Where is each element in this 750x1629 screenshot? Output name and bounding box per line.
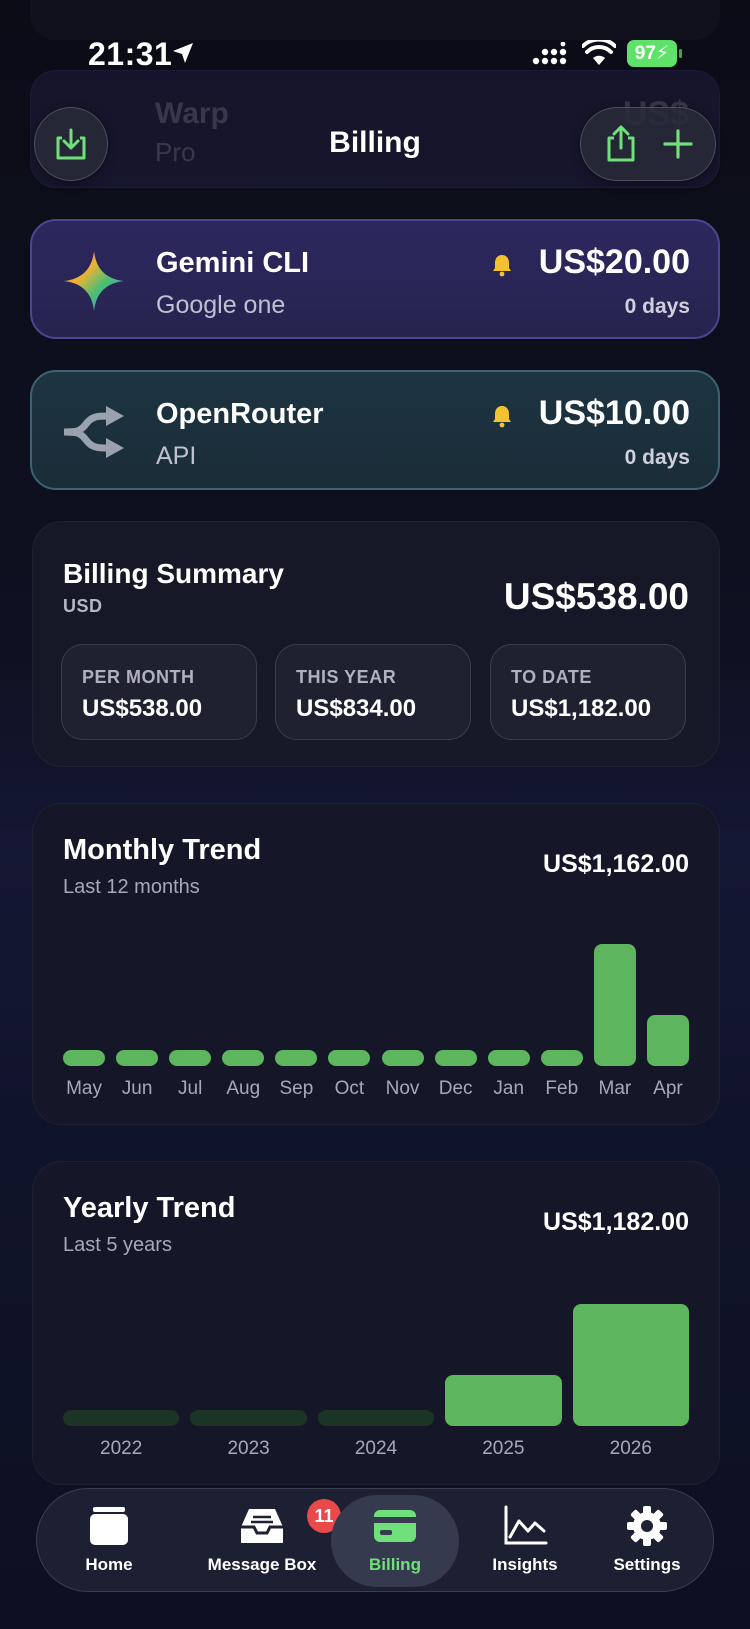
chart-bar: 348 [445,1375,562,1426]
bell-icon [493,406,511,428]
chart-bar: 0 [116,1050,159,1066]
card-icon [374,1510,416,1542]
chart-axis-label: Apr [653,1078,683,1099]
tab-billing[interactable]: Billing [331,1495,459,1587]
stat-this-year: THIS YEAR US$834.00 [275,644,471,740]
charging-bolt-icon: ⚡ [655,43,670,64]
summary-currency: USD [63,596,103,616]
stat-to-date: TO DATE US$1,182.00 [490,644,686,740]
openrouter-logo-icon [63,406,124,458]
chart-bar: 0 [190,1410,307,1426]
chart-bar: 0 [169,1050,212,1066]
yearly-trend-title: Yearly Trend [63,1192,236,1224]
chart-bar: 0 [328,1050,371,1066]
subscription-plan: API [156,442,197,470]
stat-value: US$538.00 [82,695,203,722]
yearly-trend-card: Yearly Trend Last 5 years US$1,182.00 0 2… [32,1161,720,1485]
chart-bar: 0 [63,1050,106,1066]
chart-bar: 0 [317,1410,435,1426]
chart-bar: 344 [646,1014,689,1066]
billing-summary-card: Billing Summary USD US$538.00 PER MONTH … [32,521,720,767]
chart-bar: 818 [593,944,636,1066]
home-icon [90,1507,128,1545]
tab-bar: Home Message Box 11 Billing Insights Set… [36,1488,714,1592]
chart-bar: 0 [540,1050,583,1066]
monthly-trend-title: Monthly Trend [63,834,262,866]
chart-axis-label: 2024 [354,1438,398,1459]
subscription-plan: Google one [156,291,286,319]
tab-label: Billing [369,1555,421,1574]
chart-axis-label: 2022 [100,1438,143,1459]
subscription-name: Gemini CLI [156,247,310,279]
tab-label: Insights [492,1555,558,1574]
stat-value: US$1,182.00 [511,695,652,722]
chart-bar: 0 [222,1050,265,1066]
chart-line-icon [504,1505,548,1545]
chart-axis-label: 2023 [227,1438,270,1459]
stat-value: US$834.00 [296,695,417,722]
chart-bar: 834 [572,1304,689,1426]
chart-bar: 0 [434,1050,477,1066]
subscription-days: 0 days [624,446,690,469]
cellular-signal-icon [532,42,567,65]
battery-indicator: 97 ⚡ [627,40,682,67]
chart-bar: 0 [487,1050,530,1066]
subscription-days: 0 days [624,295,690,318]
chart-bar: 0 [63,1410,180,1426]
tab-label: Message Box [207,1555,317,1574]
chart-axis-label: 2026 [609,1438,652,1459]
summary-total: US$538.00 [503,576,689,617]
tab-insights[interactable]: Insights [461,1495,589,1587]
tab-home[interactable]: Home [45,1495,173,1587]
subscription-name: OpenRouter [156,398,324,430]
summary-title: Billing Summary [63,558,284,589]
chart-bar: 0 [275,1050,318,1066]
stat-label: PER MONTH [82,667,195,687]
gemini-logo-icon [64,251,124,311]
monthly-trend-total: US$1,162.00 [543,850,689,878]
subscription-price: US$10.00 [538,394,690,432]
wifi-icon [582,40,616,65]
chart-axis-label: 2025 [482,1438,525,1459]
yearly-trend-total: US$1,182.00 [543,1208,689,1236]
tab-label: Settings [613,1555,681,1574]
inbox-icon [241,1509,283,1543]
location-arrow-icon [173,43,193,63]
stat-label: THIS YEAR [296,667,397,687]
status-time: 21:31 [88,36,173,72]
add-icon[interactable] [662,128,694,160]
chart-bar: 0 [381,1050,424,1066]
nav-action-group [580,107,716,181]
subscription-card-gemini[interactable]: Gemini CLI Google one US$20.00 0 days [30,219,720,339]
tab-settings[interactable]: Settings [583,1495,711,1587]
subscription-price: US$20.00 [538,243,690,281]
gear-icon [627,1506,667,1546]
status-bar: 21:31 97 ⚡ [0,0,750,110]
bell-icon [493,255,511,277]
stat-label: TO DATE [511,667,592,687]
yearly-trend-subtitle: Last 5 years [63,1234,172,1256]
stat-per-month: PER MONTH US$538.00 [61,644,257,740]
share-icon[interactable] [603,124,639,164]
tab-label: Home [85,1555,133,1574]
monthly-trend-card: Monthly Trend Last 12 months US$1,162.00… [32,803,720,1125]
monthly-trend-subtitle: Last 12 months [63,876,200,898]
subscription-card-openrouter[interactable]: OpenRouter API US$10.00 0 days [30,370,720,490]
battery-level: 97 [634,42,656,64]
